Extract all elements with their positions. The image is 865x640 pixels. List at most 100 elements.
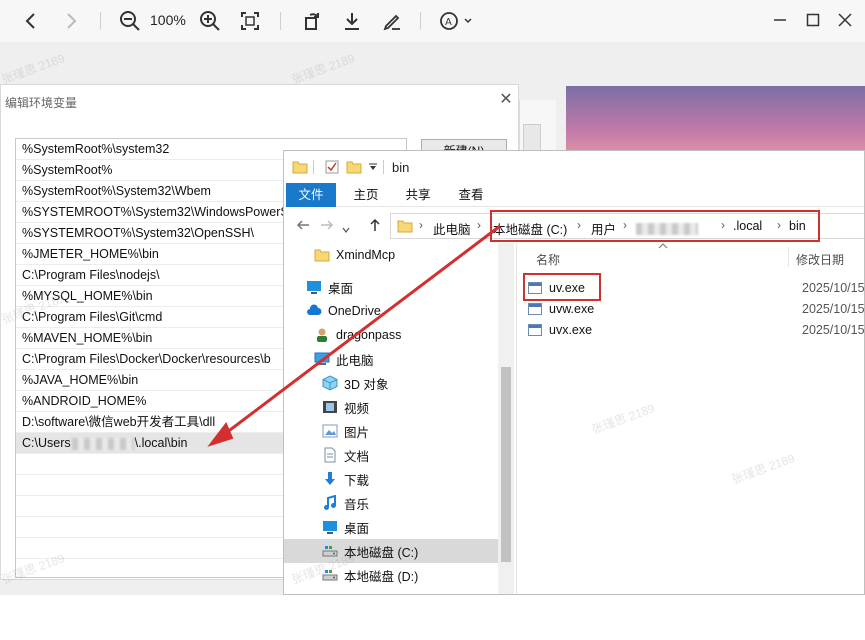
viewer-toolbar: 100% A bbox=[0, 0, 865, 42]
divider bbox=[313, 160, 314, 174]
breadcrumb-chevron-icon[interactable]: › bbox=[477, 218, 481, 232]
folder-icon bbox=[397, 220, 413, 233]
sort-chevron-icon[interactable] bbox=[658, 243, 668, 249]
nav-item-label: 本地磁盘 (C:) bbox=[344, 545, 419, 560]
toolbar-divider bbox=[100, 12, 101, 30]
fit-screen-icon[interactable] bbox=[238, 8, 262, 34]
address-highlight-box bbox=[490, 210, 820, 242]
forward-arrow-icon[interactable] bbox=[320, 218, 334, 235]
file-date: 2025/10/15 bbox=[802, 323, 865, 337]
nav-item[interactable]: 桌面 bbox=[284, 515, 498, 539]
file-row[interactable]: uvw.exe 2025/10/15 bbox=[524, 298, 864, 320]
window-title: bin bbox=[392, 160, 410, 175]
divider bbox=[383, 160, 384, 174]
user-icon bbox=[314, 327, 330, 343]
maximize-icon[interactable] bbox=[803, 10, 823, 30]
uv-exe-highlight-box bbox=[523, 273, 601, 301]
cloud-icon bbox=[306, 303, 322, 319]
tab-share[interactable]: 共享 bbox=[398, 183, 438, 207]
text-recognition-icon[interactable]: A bbox=[438, 8, 474, 34]
nav-item[interactable]: 下载 bbox=[284, 467, 498, 491]
nav-item[interactable]: XmindMcp bbox=[284, 243, 498, 267]
tab-home[interactable]: 主页 bbox=[346, 183, 386, 207]
file-explorer-window: bin 文件 主页 共享 查看 › 此电脑 › 本地磁盘 (C:) › 用户 › bbox=[283, 150, 865, 595]
redacted-username bbox=[71, 437, 134, 450]
nav-item-label: OneDrive bbox=[328, 304, 381, 318]
cube-icon bbox=[322, 375, 338, 391]
explorer-titlebar: bin bbox=[284, 151, 864, 183]
nav-item[interactable]: 此电脑 bbox=[284, 347, 498, 371]
file-name: uvx.exe bbox=[549, 323, 593, 337]
nav-item-label: XmindMcp bbox=[336, 248, 396, 262]
customize-toolbar-icon[interactable] bbox=[368, 163, 378, 171]
nav-item[interactable]: 视频 bbox=[284, 395, 498, 419]
zoom-in-icon[interactable] bbox=[198, 8, 222, 34]
breadcrumb-this-pc[interactable]: 此电脑 bbox=[433, 219, 471, 238]
svg-text:A: A bbox=[445, 17, 452, 28]
nav-item-label: 此电脑 bbox=[336, 353, 374, 368]
navigation-pane: XmindMcp 桌面 OneDrive dragonpass 此电脑 3D 对象视频图片… bbox=[284, 243, 514, 594]
env-path-prefix: C:\Users bbox=[22, 436, 71, 450]
nav-item[interactable]: 图片 bbox=[284, 419, 498, 443]
file-date: 2025/10/15 bbox=[802, 281, 865, 295]
column-divider[interactable] bbox=[788, 247, 789, 267]
column-header-name[interactable]: 名称 bbox=[536, 251, 560, 268]
new-folder-icon[interactable] bbox=[346, 159, 362, 175]
music-icon bbox=[322, 494, 338, 511]
nav-item[interactable]: 桌面 bbox=[284, 275, 498, 299]
desktop-icon bbox=[306, 279, 322, 295]
nav-item-label: dragonpass bbox=[336, 328, 402, 342]
properties-icon[interactable] bbox=[324, 159, 340, 175]
env-path-suffix: \.local\bin bbox=[134, 436, 188, 450]
exe-file-icon bbox=[528, 303, 542, 315]
file-date: 2025/10/15 bbox=[802, 302, 865, 316]
rotate-icon[interactable] bbox=[300, 8, 324, 34]
ribbon-tabs: 文件 主页 共享 查看 bbox=[284, 183, 864, 207]
nav-item-label: 3D 对象 bbox=[344, 377, 389, 392]
dialog-title: 编辑环境变量 bbox=[5, 96, 78, 110]
nav-item-label: 文档 bbox=[344, 449, 370, 464]
file-name: uvw.exe bbox=[549, 302, 595, 316]
column-header-modified[interactable]: 修改日期 bbox=[796, 251, 844, 268]
nav-scroll-thumb[interactable] bbox=[501, 367, 511, 562]
nav-item[interactable]: 文档 bbox=[284, 443, 498, 467]
toolbar-divider bbox=[420, 12, 421, 30]
nav-item[interactable]: 3D 对象 bbox=[284, 371, 498, 395]
tab-file[interactable]: 文件 bbox=[286, 183, 336, 207]
nav-item-label: 音乐 bbox=[344, 497, 370, 512]
back-arrow-icon[interactable] bbox=[296, 218, 310, 235]
edit-pen-icon[interactable] bbox=[380, 8, 404, 34]
nav-item-label: 下载 bbox=[344, 473, 370, 488]
close-window-icon[interactable] bbox=[835, 10, 855, 30]
up-arrow-icon[interactable] bbox=[368, 218, 382, 235]
video-icon bbox=[322, 399, 338, 415]
download-icon[interactable] bbox=[340, 8, 364, 34]
desktop-icon bbox=[322, 519, 338, 535]
nav-item-label: 图片 bbox=[344, 425, 370, 440]
download-icon bbox=[322, 471, 338, 487]
folder-icon bbox=[292, 161, 308, 174]
folder-icon bbox=[314, 247, 330, 263]
exe-file-icon bbox=[528, 324, 542, 336]
forward-arrow-icon[interactable] bbox=[60, 8, 82, 34]
breadcrumb-chevron-icon[interactable]: › bbox=[419, 218, 423, 232]
minimize-icon[interactable] bbox=[770, 10, 790, 30]
nav-item[interactable]: 音乐 bbox=[284, 491, 498, 515]
toolbar-divider bbox=[280, 12, 281, 30]
viewer-bottom-area bbox=[0, 595, 865, 640]
file-row[interactable]: uvx.exe 2025/10/15 bbox=[524, 319, 864, 341]
nav-item[interactable]: dragonpass bbox=[284, 323, 498, 347]
back-arrow-icon[interactable] bbox=[20, 8, 42, 34]
nav-item-label: 本地磁盘 (D:) bbox=[344, 569, 419, 584]
recent-dropdown-icon[interactable] bbox=[342, 221, 350, 236]
zoom-level: 100% bbox=[150, 12, 186, 28]
nav-item[interactable]: 本地磁盘 (C:) bbox=[284, 539, 498, 563]
nav-item[interactable]: OneDrive bbox=[284, 299, 498, 323]
tab-view[interactable]: 查看 bbox=[451, 183, 491, 207]
zoom-out-icon[interactable] bbox=[118, 8, 142, 34]
close-icon[interactable]: ✕ bbox=[497, 91, 515, 109]
pane-divider[interactable] bbox=[516, 243, 517, 594]
picture-icon bbox=[322, 423, 338, 439]
nav-item-label: 视频 bbox=[344, 401, 370, 416]
nav-item-label: 桌面 bbox=[344, 521, 370, 536]
